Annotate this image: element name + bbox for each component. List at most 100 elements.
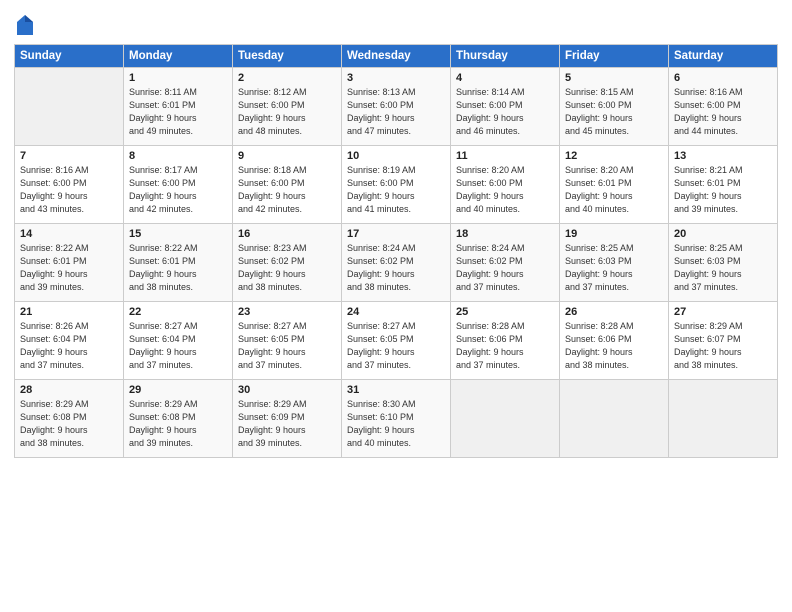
- cell-info: Sunrise: 8:29 AMSunset: 6:08 PMDaylight:…: [20, 398, 118, 450]
- calendar-cell: [669, 380, 778, 458]
- calendar-cell: [560, 380, 669, 458]
- calendar-cell: 11 Sunrise: 8:20 AMSunset: 6:00 PMDayligh…: [451, 146, 560, 224]
- weekday-header: Monday: [124, 45, 233, 68]
- calendar-week-row: 28 Sunrise: 8:29 AMSunset: 6:08 PMDayligh…: [15, 380, 778, 458]
- page-header: [14, 10, 778, 36]
- cell-info: Sunrise: 8:25 AMSunset: 6:03 PMDaylight:…: [674, 242, 772, 294]
- calendar-cell: 4 Sunrise: 8:14 AMSunset: 6:00 PMDaylight…: [451, 68, 560, 146]
- weekday-header: Saturday: [669, 45, 778, 68]
- cell-date-number: 29: [129, 384, 227, 396]
- cell-info: Sunrise: 8:27 AMSunset: 6:04 PMDaylight:…: [129, 320, 227, 372]
- cell-date-number: 17: [347, 228, 445, 240]
- calendar-body: 1Sunrise: 8:11 AMSunset: 6:01 PMDaylight…: [15, 68, 778, 458]
- calendar-cell: 17Sunrise: 8:24 AMSunset: 6:02 PMDayligh…: [342, 224, 451, 302]
- cell-date-number: 1: [129, 72, 227, 84]
- calendar-cell: 7Sunrise: 8:16 AMSunset: 6:00 PMDaylight…: [15, 146, 124, 224]
- cell-date-number: 13: [674, 150, 772, 162]
- weekday-header: Sunday: [15, 45, 124, 68]
- calendar-cell: 3Sunrise: 8:13 AMSunset: 6:00 PMDaylight…: [342, 68, 451, 146]
- cell-date-number: 6: [674, 72, 772, 84]
- cell-date-number: 26: [565, 306, 663, 318]
- cell-date-number: 20: [674, 228, 772, 240]
- calendar-cell: 8Sunrise: 8:17 AMSunset: 6:00 PMDaylight…: [124, 146, 233, 224]
- cell-info: Sunrise: 8:28 AMSunset: 6:06 PMDaylight:…: [456, 320, 554, 372]
- cell-info: Sunrise: 8:24 AMSunset: 6:02 PMDaylight:…: [456, 242, 554, 294]
- calendar-week-row: 14 Sunrise: 8:22 AMSunset: 6:01 PMDayligh…: [15, 224, 778, 302]
- calendar-cell: 1Sunrise: 8:11 AMSunset: 6:01 PMDaylight…: [124, 68, 233, 146]
- cell-date-number: 22: [129, 306, 227, 318]
- cell-info: Sunrise: 8:22 AMSunset: 6:01 PMDaylight:…: [129, 242, 227, 294]
- cell-date-number: 12: [565, 150, 663, 162]
- cell-date-number: 14: [20, 228, 118, 240]
- calendar-cell: [451, 380, 560, 458]
- calendar-cell: 14 Sunrise: 8:22 AMSunset: 6:01 PMDayligh…: [15, 224, 124, 302]
- cell-date-number: 25: [456, 306, 554, 318]
- calendar-cell: 20 Sunrise: 8:25 AMSunset: 6:03 PMDayligh…: [669, 224, 778, 302]
- calendar-cell: 19 Sunrise: 8:25 AMSunset: 6:03 PMDayligh…: [560, 224, 669, 302]
- cell-date-number: 3: [347, 72, 445, 84]
- calendar-cell: 25 Sunrise: 8:28 AMSunset: 6:06 PMDayligh…: [451, 302, 560, 380]
- calendar-cell: 28 Sunrise: 8:29 AMSunset: 6:08 PMDayligh…: [15, 380, 124, 458]
- cell-info: Sunrise: 8:27 AMSunset: 6:05 PMDaylight:…: [347, 320, 445, 372]
- cell-info: Sunrise: 8:17 AMSunset: 6:00 PMDaylight:…: [129, 164, 227, 216]
- weekday-header: Tuesday: [233, 45, 342, 68]
- cell-date-number: 2: [238, 72, 336, 84]
- cell-info: Sunrise: 8:21 AMSunset: 6:01 PMDaylight:…: [674, 164, 772, 216]
- calendar-week-row: 21 Sunrise: 8:26 AMSunset: 6:04 PMDayligh…: [15, 302, 778, 380]
- calendar-cell: 27Sunrise: 8:29 AMSunset: 6:07 PMDayligh…: [669, 302, 778, 380]
- cell-info: Sunrise: 8:29 AMSunset: 6:09 PMDaylight:…: [238, 398, 336, 450]
- cell-info: Sunrise: 8:20 AMSunset: 6:00 PMDaylight:…: [456, 164, 554, 216]
- cell-info: Sunrise: 8:19 AMSunset: 6:00 PMDaylight:…: [347, 164, 445, 216]
- cell-date-number: 4: [456, 72, 554, 84]
- calendar-cell: 18 Sunrise: 8:24 AMSunset: 6:02 PMDayligh…: [451, 224, 560, 302]
- cell-info: Sunrise: 8:14 AMSunset: 6:00 PMDaylight:…: [456, 86, 554, 138]
- cell-info: Sunrise: 8:30 AMSunset: 6:10 PMDaylight:…: [347, 398, 445, 450]
- cell-date-number: 11: [456, 150, 554, 162]
- cell-info: Sunrise: 8:15 AMSunset: 6:00 PMDaylight:…: [565, 86, 663, 138]
- cell-date-number: 31: [347, 384, 445, 396]
- cell-info: Sunrise: 8:16 AMSunset: 6:00 PMDaylight:…: [674, 86, 772, 138]
- cell-info: Sunrise: 8:27 AMSunset: 6:05 PMDaylight:…: [238, 320, 336, 372]
- calendar-cell: 6 Sunrise: 8:16 AMSunset: 6:00 PMDaylight…: [669, 68, 778, 146]
- calendar-cell: 16Sunrise: 8:23 AMSunset: 6:02 PMDayligh…: [233, 224, 342, 302]
- calendar-cell: 30 Sunrise: 8:29 AMSunset: 6:09 PMDayligh…: [233, 380, 342, 458]
- cell-info: Sunrise: 8:26 AMSunset: 6:04 PMDaylight:…: [20, 320, 118, 372]
- calendar-cell: 24 Sunrise: 8:27 AMSunset: 6:05 PMDayligh…: [342, 302, 451, 380]
- weekday-header: Friday: [560, 45, 669, 68]
- cell-info: Sunrise: 8:16 AMSunset: 6:00 PMDaylight:…: [20, 164, 118, 216]
- calendar-cell: [15, 68, 124, 146]
- cell-date-number: 21: [20, 306, 118, 318]
- calendar-cell: 29 Sunrise: 8:29 AMSunset: 6:08 PMDayligh…: [124, 380, 233, 458]
- calendar-table: SundayMondayTuesdayWednesdayThursdayFrid…: [14, 44, 778, 458]
- cell-date-number: 27: [674, 306, 772, 318]
- cell-date-number: 23: [238, 306, 336, 318]
- weekday-header: Thursday: [451, 45, 560, 68]
- cell-info: Sunrise: 8:22 AMSunset: 6:01 PMDaylight:…: [20, 242, 118, 294]
- calendar-cell: 31 Sunrise: 8:30 AMSunset: 6:10 PMDayligh…: [342, 380, 451, 458]
- cell-info: Sunrise: 8:25 AMSunset: 6:03 PMDaylight:…: [565, 242, 663, 294]
- cell-date-number: 24: [347, 306, 445, 318]
- calendar-cell: 12 Sunrise: 8:20 AMSunset: 6:01 PMDayligh…: [560, 146, 669, 224]
- calendar-header-row: SundayMondayTuesdayWednesdayThursdayFrid…: [15, 45, 778, 68]
- cell-date-number: 28: [20, 384, 118, 396]
- weekday-header: Wednesday: [342, 45, 451, 68]
- logo: [14, 14, 36, 36]
- cell-info: Sunrise: 8:18 AMSunset: 6:00 PMDaylight:…: [238, 164, 336, 216]
- calendar-cell: 21 Sunrise: 8:26 AMSunset: 6:04 PMDayligh…: [15, 302, 124, 380]
- calendar-page: SundayMondayTuesdayWednesdayThursdayFrid…: [0, 0, 792, 612]
- cell-info: Sunrise: 8:20 AMSunset: 6:01 PMDaylight:…: [565, 164, 663, 216]
- cell-date-number: 30: [238, 384, 336, 396]
- cell-date-number: 19: [565, 228, 663, 240]
- calendar-cell: 2Sunrise: 8:12 AMSunset: 6:00 PMDaylight…: [233, 68, 342, 146]
- calendar-week-row: 1Sunrise: 8:11 AMSunset: 6:01 PMDaylight…: [15, 68, 778, 146]
- logo-icon: [16, 14, 34, 36]
- calendar-cell: 26 Sunrise: 8:28 AMSunset: 6:06 PMDayligh…: [560, 302, 669, 380]
- cell-info: Sunrise: 8:29 AMSunset: 6:08 PMDaylight:…: [129, 398, 227, 450]
- cell-date-number: 18: [456, 228, 554, 240]
- cell-info: Sunrise: 8:28 AMSunset: 6:06 PMDaylight:…: [565, 320, 663, 372]
- calendar-week-row: 7Sunrise: 8:16 AMSunset: 6:00 PMDaylight…: [15, 146, 778, 224]
- calendar-cell: 22 Sunrise: 8:27 AMSunset: 6:04 PMDayligh…: [124, 302, 233, 380]
- calendar-cell: 5Sunrise: 8:15 AMSunset: 6:00 PMDaylight…: [560, 68, 669, 146]
- cell-date-number: 15: [129, 228, 227, 240]
- calendar-cell: 15 Sunrise: 8:22 AMSunset: 6:01 PMDayligh…: [124, 224, 233, 302]
